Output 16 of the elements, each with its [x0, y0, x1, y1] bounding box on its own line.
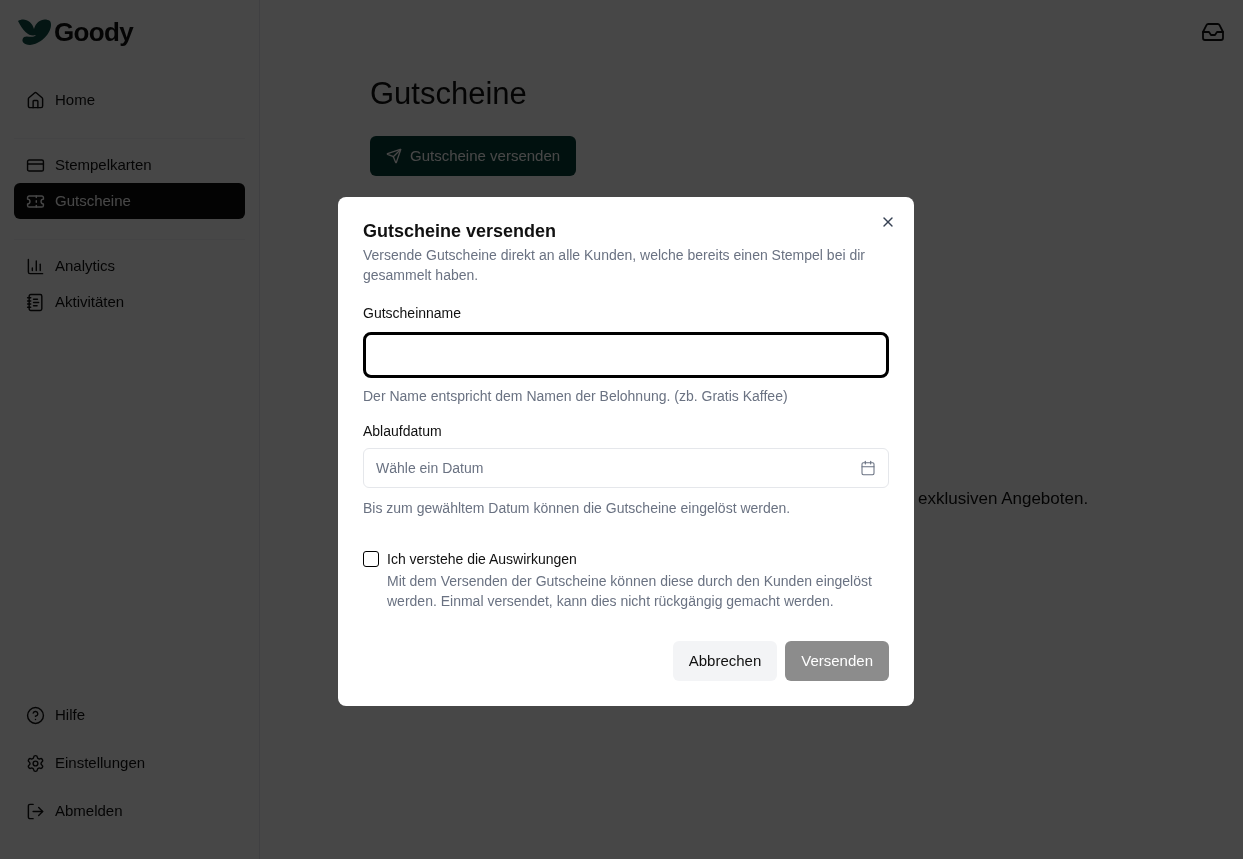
page-title: Gutscheine [370, 76, 528, 112]
dialog-description: Versende Gutscheine direkt an alle Kunden, welche bereits einen Stempel bei dir gesammelt haben. [363, 246, 866, 285]
checkbox-label: Ich verstehe die Auswirkungen [387, 550, 578, 569]
field-hint: Bis zum gewähltem Datum können die Gutscheine eingelöst werden. [363, 499, 792, 518]
field-label: Gutscheinname [363, 304, 463, 323]
checkbox-description: Mit dem Versenden der Gutscheine können diese durch den Kunden eingelöst werden. Einmal versendet, kann dies nicht rückgängig gemacht werden. [387, 572, 873, 611]
confirm-checkbox[interactable] [363, 551, 379, 567]
date-picker-field[interactable]: Wähle ein Datum [363, 448, 889, 488]
dialog-title: Gutscheine versenden [363, 220, 558, 243]
field-hint: Der Name entspricht dem Namen der Belohnung. (zb. Gratis Kaffee) [363, 387, 789, 406]
description-text: exklusiven Angeboten. [918, 488, 1090, 510]
voucher-name-field[interactable] [363, 332, 889, 378]
brand-name: Goody [54, 15, 134, 49]
calendar-icon [860, 460, 876, 476]
field-label: Ablaufdatum [363, 422, 443, 441]
cancel-button[interactable]: Abbrechen [672, 641, 778, 681]
